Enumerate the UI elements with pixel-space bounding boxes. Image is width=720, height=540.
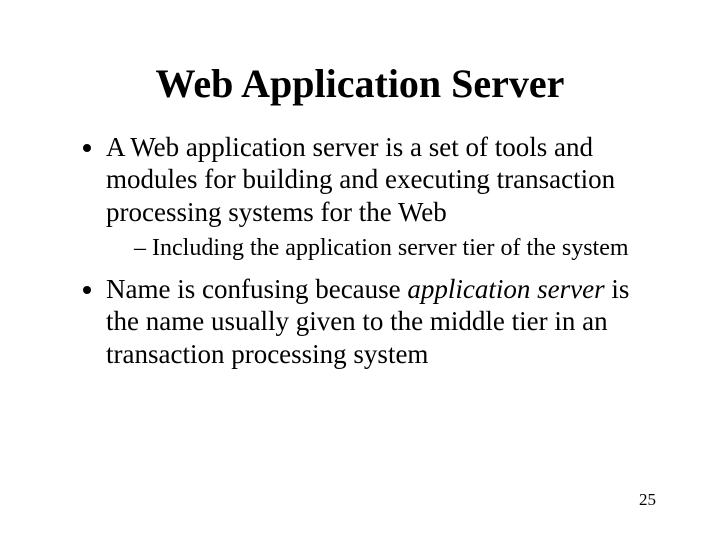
slide-title: Web Application Server xyxy=(70,60,650,107)
sub-bullet-1: Including the application server tier of… xyxy=(134,234,650,263)
bullet-2-italic: application server xyxy=(407,274,604,304)
sub-bullet-list: Including the application server tier of… xyxy=(106,234,650,263)
bullet-2-part1: Name is confusing because xyxy=(106,274,407,304)
bullet-list: A Web application server is a set of too… xyxy=(70,131,650,370)
slide: Web Application Server A Web application… xyxy=(0,0,720,540)
bullet-1-text: A Web application server is a set of too… xyxy=(106,132,615,227)
sub-bullet-1-text: Including the application server tier of… xyxy=(152,235,629,261)
bullet-item-2: Name is confusing because application se… xyxy=(106,273,650,370)
bullet-item-1: A Web application server is a set of too… xyxy=(106,131,650,263)
page-number: 25 xyxy=(639,490,656,510)
